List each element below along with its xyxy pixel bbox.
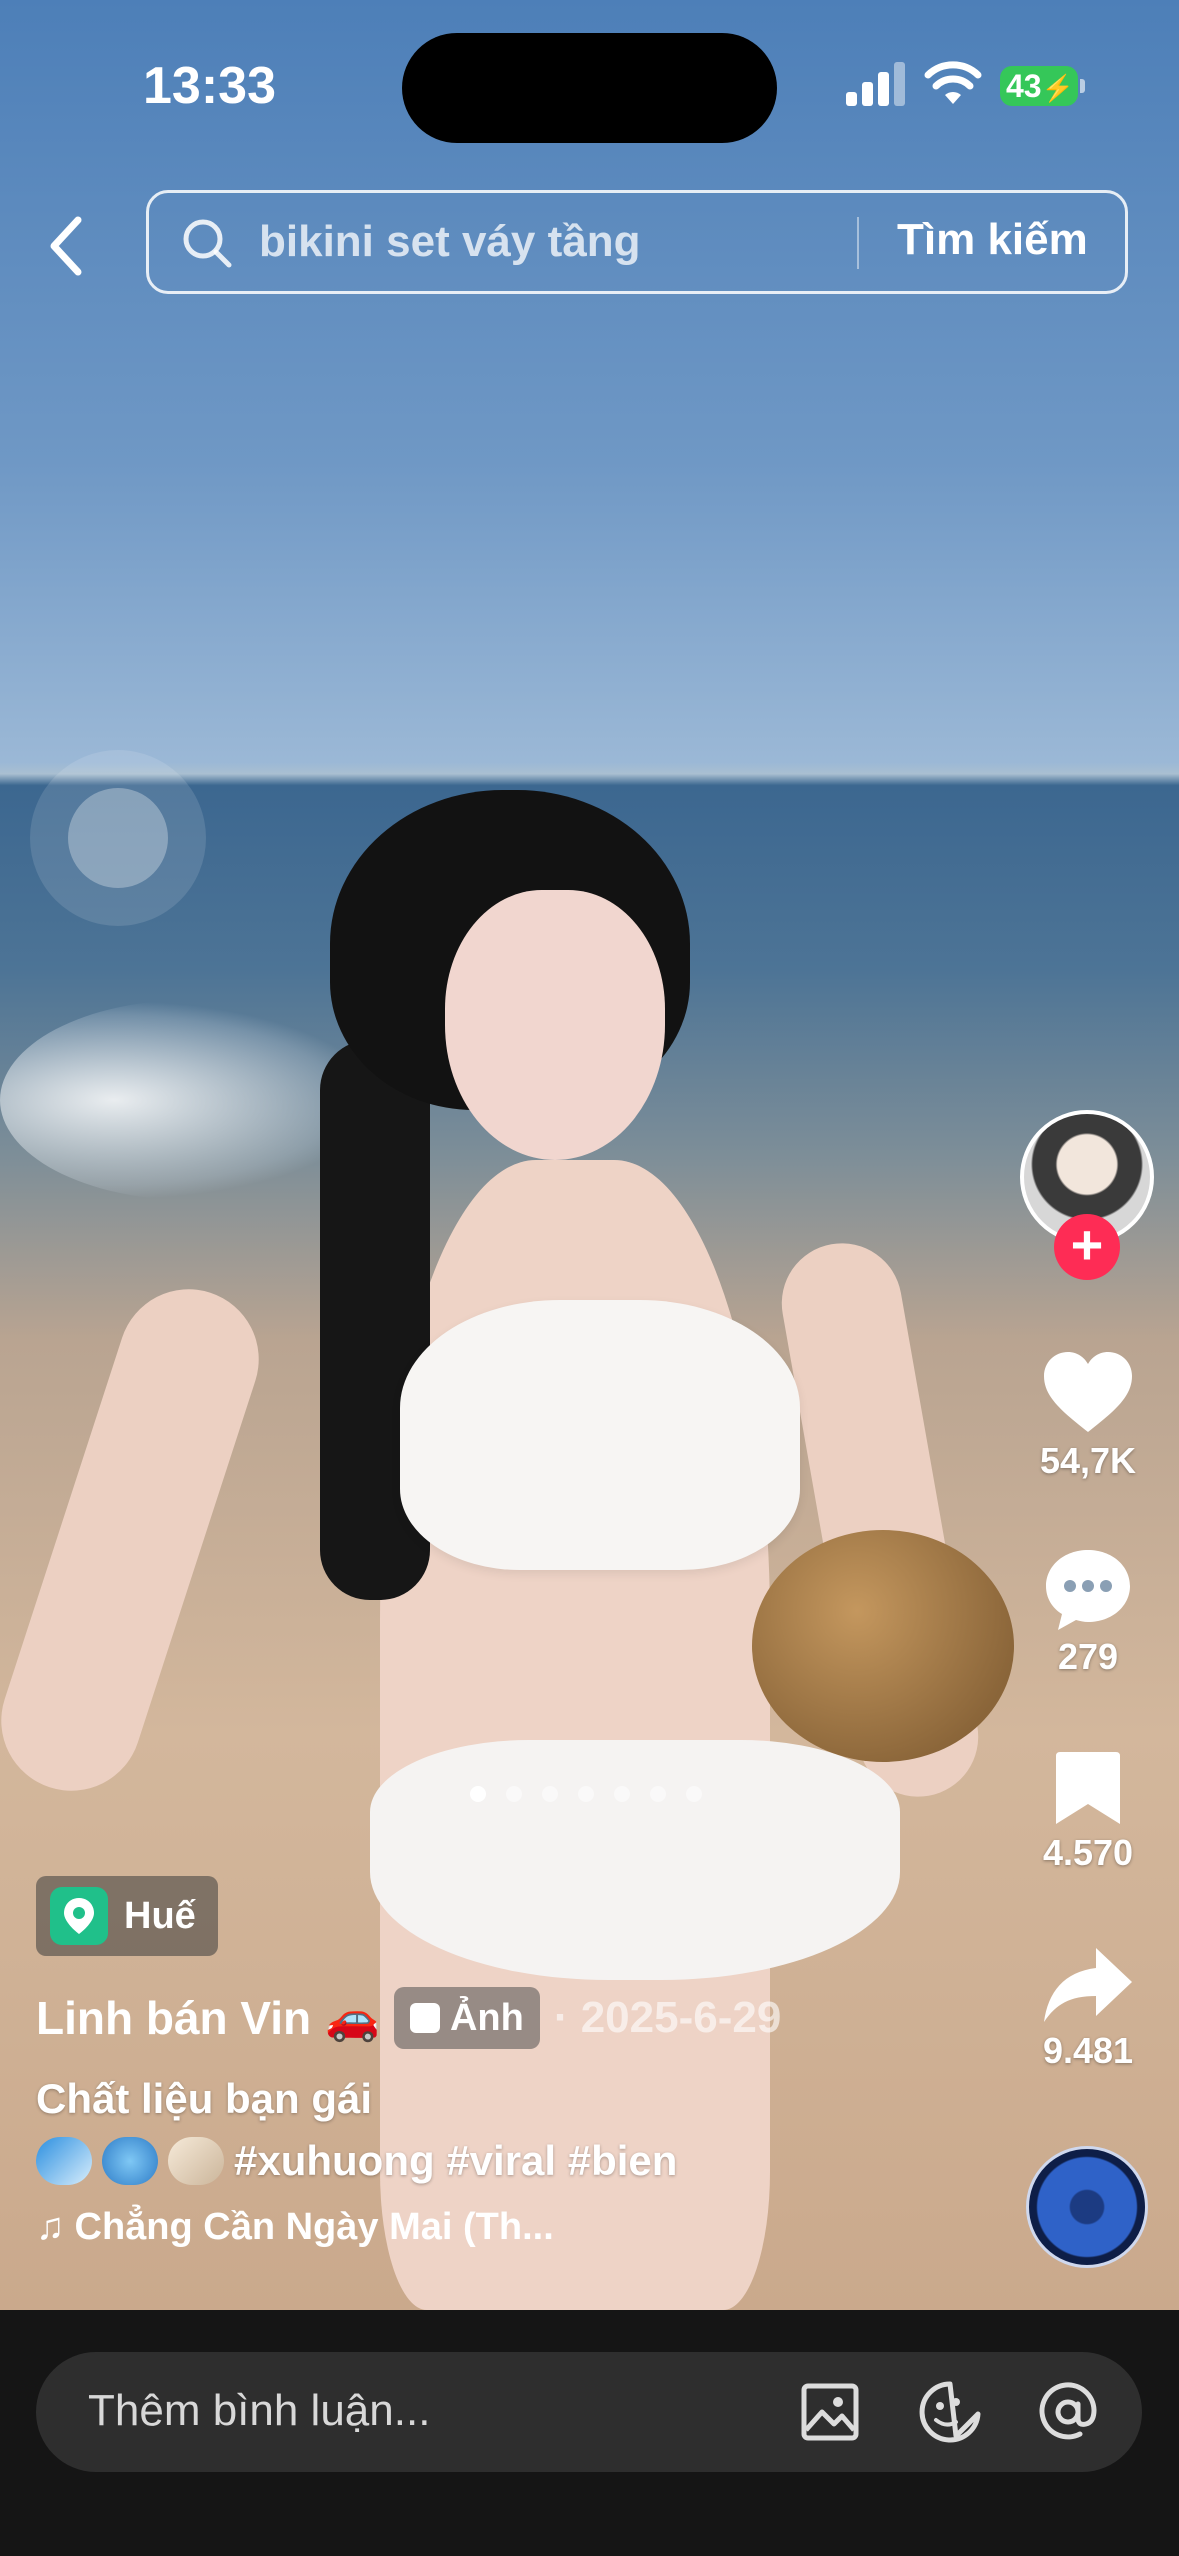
photo-swimwear-skirt bbox=[370, 1740, 900, 1980]
location-tag[interactable]: Huế bbox=[36, 1876, 218, 1956]
comment-input[interactable]: Thêm bình luận... bbox=[36, 2352, 1142, 2472]
photo-type-label: Ảnh bbox=[449, 1996, 524, 2039]
post-caption[interactable]: Chất liệu bạn gái #xuhuong #viral #bien bbox=[36, 2068, 776, 2192]
assistive-touch-button[interactable] bbox=[30, 750, 206, 926]
carousel-dot bbox=[506, 1786, 522, 1802]
jellyfish-emoji-icon bbox=[102, 2137, 158, 2185]
hashtags[interactable]: #xuhuong #viral #bien bbox=[234, 2130, 677, 2192]
back-icon[interactable] bbox=[40, 210, 96, 282]
cellular-signal-icon bbox=[846, 62, 905, 106]
heart-icon bbox=[1044, 1352, 1132, 1432]
tiktok-photo-post-screen: 13:33 43⚡ bikini set váy tầng Tìm kiếm +… bbox=[0, 0, 1179, 2556]
carousel-indicator bbox=[470, 1786, 702, 1806]
like-button[interactable]: 54,7K bbox=[1008, 1350, 1168, 1482]
shell-emoji-icon bbox=[168, 2137, 224, 2185]
status-time: 13:33 bbox=[143, 57, 276, 115]
comment-count: 279 bbox=[1057, 1636, 1119, 1677]
post-photo[interactable] bbox=[0, 0, 1179, 2310]
charging-bolt-icon: ⚡ bbox=[1041, 73, 1074, 103]
wifi-icon bbox=[924, 61, 982, 104]
wave-emoji-icon bbox=[36, 2137, 92, 2185]
photo-stack-icon bbox=[409, 2003, 440, 2033]
photo-figure-face bbox=[445, 890, 665, 1160]
comment-placeholder: Thêm bình luận... bbox=[88, 2386, 431, 2435]
search-button[interactable]: Tìm kiếm bbox=[897, 215, 1088, 265]
carousel-dot bbox=[542, 1786, 558, 1802]
photo-type-tag: Ảnh bbox=[393, 1987, 540, 2049]
dynamic-island bbox=[402, 33, 777, 143]
comment-bubble-icon bbox=[1046, 1550, 1130, 1630]
carousel-dot bbox=[578, 1786, 594, 1802]
battery-cap bbox=[1080, 79, 1085, 93]
photo-figure-arm bbox=[0, 1271, 277, 1809]
comment-button[interactable]: 279 bbox=[1008, 1546, 1168, 1678]
search-divider bbox=[857, 217, 859, 269]
search-icon bbox=[183, 219, 232, 268]
save-button[interactable]: 4.570 bbox=[1008, 1748, 1168, 1874]
carousel-dot bbox=[650, 1786, 666, 1802]
location-pin-icon bbox=[50, 1887, 108, 1945]
location-name: Huế bbox=[124, 1894, 196, 1937]
mention-icon[interactable] bbox=[1036, 2380, 1100, 2444]
photo-swimwear-top bbox=[400, 1300, 800, 1570]
car-emoji-icon: 🚗 bbox=[325, 1994, 380, 2043]
sound-title: Chẳng Cần Ngày Mai (Th... bbox=[74, 2206, 554, 2248]
author-name[interactable]: Linh bán Vin bbox=[36, 1991, 311, 2045]
post-date: · 2025-6-29 bbox=[553, 1993, 782, 2042]
battery-level: 43 bbox=[1006, 68, 1042, 104]
share-arrow-icon bbox=[1044, 1948, 1132, 2022]
share-count: 9.481 bbox=[1042, 2030, 1134, 2071]
author-row: Linh bán Vin 🚗 Ảnh · 2025-6-29 bbox=[36, 1986, 781, 2050]
caption-hashtag-line: #xuhuong #viral #bien bbox=[36, 2130, 776, 2192]
photo-coconut bbox=[752, 1530, 1014, 1762]
emoji-sticker-icon[interactable] bbox=[918, 2380, 982, 2444]
comment-bar: Thêm bình luận... bbox=[0, 2310, 1179, 2556]
search-bar[interactable]: bikini set váy tầng Tìm kiếm bbox=[146, 190, 1128, 294]
share-button[interactable]: 9.481 bbox=[1008, 1944, 1168, 2072]
carousel-dot bbox=[686, 1786, 702, 1802]
music-disc[interactable] bbox=[1026, 2146, 1148, 2268]
like-count: 54,7K bbox=[1039, 1440, 1137, 1481]
save-count: 4.570 bbox=[1042, 1832, 1134, 1873]
bookmark-icon bbox=[1056, 1752, 1120, 1824]
battery-indicator: 43⚡ bbox=[1000, 66, 1078, 106]
search-query[interactable]: bikini set váy tầng bbox=[259, 217, 640, 267]
status-bar: 13:33 43⚡ bbox=[0, 0, 1179, 170]
music-note-icon: ♫ bbox=[36, 2206, 65, 2248]
image-icon[interactable] bbox=[798, 2380, 862, 2444]
sound-row[interactable]: ♫ Chẳng Cần Ngày Mai (Th... bbox=[36, 2206, 554, 2249]
carousel-dot bbox=[614, 1786, 630, 1802]
follow-button[interactable]: + bbox=[1054, 1214, 1120, 1280]
caption-text: Chất liệu bạn gái bbox=[36, 2075, 373, 2122]
carousel-dot bbox=[470, 1786, 486, 1802]
